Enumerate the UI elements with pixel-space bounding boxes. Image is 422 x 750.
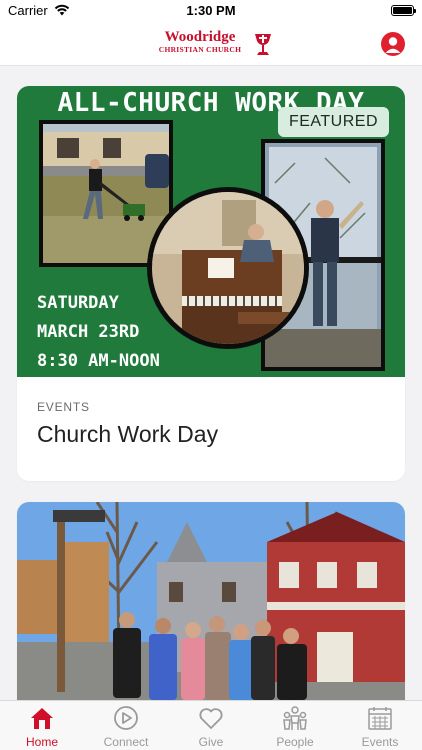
tab-label: Home: [25, 735, 58, 749]
status-bar: Carrier 1:30 PM: [0, 0, 422, 22]
heart-icon: [199, 708, 223, 729]
tab-give[interactable]: Give: [169, 701, 253, 750]
profile-icon[interactable]: [381, 32, 405, 56]
tab-connect[interactable]: Connect: [84, 701, 168, 750]
tab-people[interactable]: People: [253, 701, 337, 750]
person-icon: [385, 37, 401, 53]
tab-label: Events: [361, 735, 399, 749]
card-title: Church Work Day: [37, 421, 219, 447]
calendar-icon: [368, 707, 392, 730]
home-icon: [31, 708, 53, 729]
tab-label: People: [276, 735, 314, 749]
event-flyer-image: ALL-CHURCH WORK DAY SATURDAY MARCH 23RD …: [17, 86, 405, 377]
feed-card[interactable]: [17, 502, 405, 700]
tab-home[interactable]: Home: [0, 701, 84, 750]
tab-label: Connect: [103, 735, 149, 749]
featured-event-card[interactable]: ALL-CHURCH WORK DAY SATURDAY MARCH 23RD …: [17, 86, 405, 481]
church-logo[interactable]: Woodridge CHRISTIAN CHURCH: [148, 30, 274, 58]
logo-name: Woodridge: [164, 29, 236, 45]
flyer-date: SATURDAY MARCH 23RD 8:30 AM-NOON: [37, 289, 160, 376]
card-category: EVENTS: [37, 400, 90, 414]
group-photo-image: [17, 502, 405, 700]
card-body: EVENTS Church Work Day: [17, 377, 405, 448]
tab-events[interactable]: Events: [338, 701, 422, 750]
tab-label: Give: [198, 735, 224, 749]
battery-fill: [393, 7, 412, 14]
play-circle-icon: [114, 706, 138, 730]
chalice-icon: [255, 34, 271, 55]
battery-nub: [414, 9, 416, 13]
people-icon: [283, 706, 307, 730]
flyer-date-line: MARCH 23RD: [37, 322, 140, 342]
flyer-time-line: 8:30 AM-NOON: [37, 351, 160, 371]
status-time: 1:30 PM: [186, 3, 236, 18]
app-header: Woodridge CHRISTIAN CHURCH: [0, 22, 422, 66]
logo-subtitle: CHRISTIAN CHURCH: [158, 45, 242, 54]
flyer-photo-piano: [147, 187, 309, 349]
flyer-date-line: SATURDAY: [37, 293, 119, 313]
battery-icon: [391, 5, 416, 16]
tab-bar: Home Connect Give People Events: [0, 700, 422, 750]
feed[interactable]: ALL-CHURCH WORK DAY SATURDAY MARCH 23RD …: [0, 67, 422, 700]
featured-badge: FEATURED: [277, 107, 389, 137]
